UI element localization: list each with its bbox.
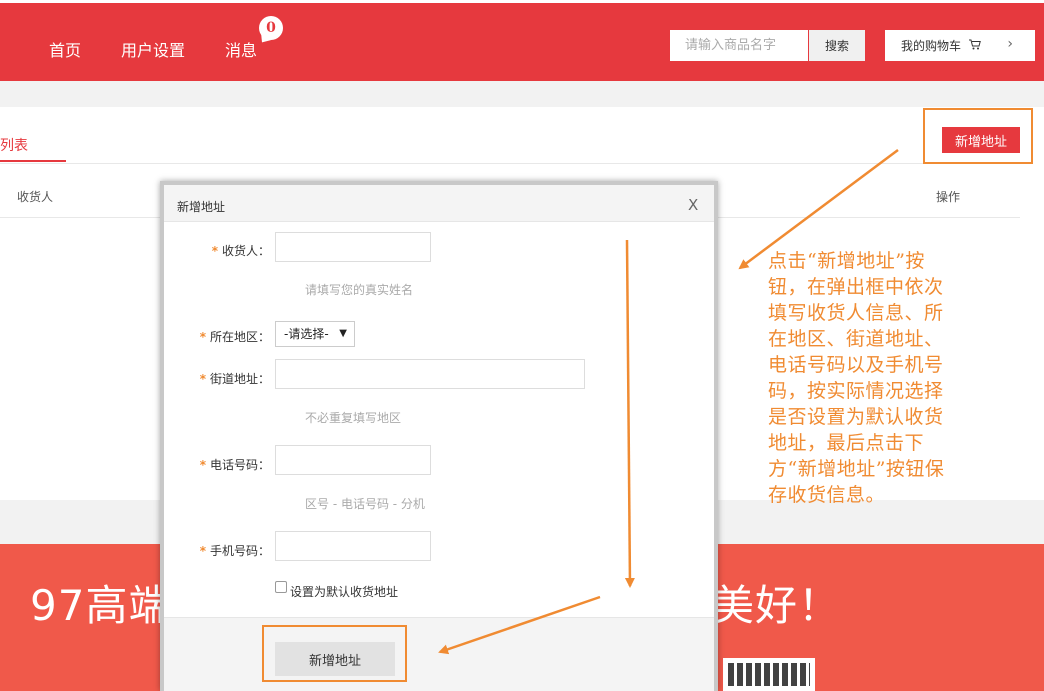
dialog-header: 新增地址 X (164, 185, 714, 222)
search-input[interactable] (670, 30, 808, 61)
tab-divider (0, 163, 1020, 164)
cart-icon (968, 39, 981, 53)
region-select-value: -请选择- (284, 327, 329, 341)
chevron-right-icon: › (1007, 36, 1013, 52)
region-label: * 所在地区： (199, 330, 270, 344)
search-button[interactable]: 搜索 (809, 30, 865, 61)
close-button[interactable]: X (688, 196, 698, 214)
required-mark: * (199, 458, 206, 472)
default-address-label[interactable]: 设置为默认收货地址 (290, 583, 398, 600)
street-input[interactable] (275, 359, 585, 389)
required-mark: * (199, 544, 206, 558)
dialog-title: 新增地址 (177, 200, 226, 214)
top-header: 首页 用户设置 消息 0 搜索 我的购物车 › (0, 0, 1044, 81)
column-header-receiver: 收货人 (17, 190, 54, 204)
street-label: * 街道地址： (199, 372, 270, 386)
add-address-dialog: 新增地址 X * 收货人： 请填写您的真实姓名 * 所在地区： -请选择- ▼ * 街… (160, 181, 718, 691)
required-mark: * (199, 372, 206, 386)
highlight-box-submit-button (262, 625, 407, 682)
cart-label: 我的购物车 (901, 39, 962, 53)
highlight-box-add-button (923, 108, 1033, 164)
region-select[interactable]: -请选择- ▼ (275, 321, 355, 347)
qr-code-image (723, 658, 815, 691)
footer-slogan-left: 97高端 (30, 581, 172, 630)
column-header-operations: 操作 (936, 190, 961, 204)
phone-label: * 电话号码： (199, 458, 270, 472)
mobile-input[interactable] (275, 531, 431, 561)
dialog-footer: 新增地址 (164, 617, 714, 691)
receiver-input[interactable] (275, 232, 431, 262)
mobile-label: * 手机号码： (199, 544, 270, 558)
message-count-badge: 0 (259, 16, 283, 40)
tab-address-list[interactable]: 地址列表 (0, 135, 28, 155)
annotation-note: 点击“新增地址”按钮，在弹出框中依次填写收货人信息、所在地区、街道地址、电话号码… (768, 250, 945, 506)
cart-button[interactable]: 我的购物车 › (885, 30, 1035, 61)
nav-home[interactable]: 首页 (49, 37, 81, 61)
required-mark: * (211, 244, 218, 258)
nav-user-settings[interactable]: 用户设置 (121, 37, 185, 61)
required-mark: * (199, 330, 206, 344)
footer-slogan-right: 美好！ (712, 581, 842, 630)
receiver-hint: 请填写您的真实姓名 (305, 283, 414, 297)
caret-down-icon: ▼ (339, 328, 347, 339)
tab-underline (0, 160, 66, 162)
phone-hint: 区号 - 电话号码 - 分机 (305, 497, 425, 511)
phone-input[interactable] (275, 445, 431, 475)
default-address-checkbox[interactable] (275, 581, 287, 593)
nav-messages[interactable]: 消息 (225, 37, 257, 61)
receiver-label: * 收货人： (211, 244, 270, 258)
street-hint: 不必重复填写地区 (305, 411, 402, 425)
